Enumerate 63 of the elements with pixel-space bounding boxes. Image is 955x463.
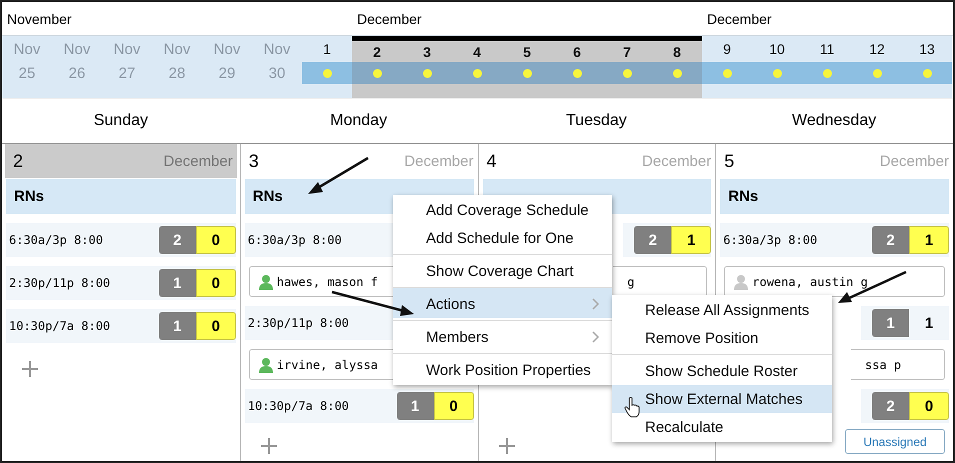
day-number: Nov	[64, 40, 90, 58]
day-number: Nov	[214, 40, 240, 58]
shift-label: 10:30p/7a 8:00	[248, 399, 349, 413]
day-number: Nov	[114, 40, 140, 58]
day-number: 10	[769, 41, 785, 57]
month-label: December	[706, 10, 772, 26]
weekday-label: Tuesday	[566, 112, 627, 130]
day-number: 26	[68, 64, 86, 82]
day-number: 2	[13, 150, 24, 172]
day-number: 5	[523, 44, 531, 60]
day-number: 27	[118, 64, 136, 82]
day-number: 25	[18, 64, 36, 82]
day-number: 9	[723, 41, 731, 57]
shift-label: 2:30p/11p 8:00	[248, 316, 349, 330]
shift-label: 10:30p/7a 8:00	[9, 319, 110, 333]
need-badge: 0	[196, 226, 236, 254]
count-badge: 2	[872, 226, 909, 254]
day-number: Nov	[264, 40, 290, 58]
day-number: 2	[373, 44, 381, 60]
shift-label: 6:30a/3p 8:00	[9, 233, 103, 247]
need-count: 1	[924, 314, 934, 334]
day-number: 13	[919, 41, 935, 57]
day-number: 7	[623, 44, 631, 60]
month-label: November	[6, 10, 72, 26]
weekday-label: Monday	[330, 112, 388, 130]
shift-label: 2:30p/11p 8:00	[9, 276, 110, 290]
count-badge: 1	[396, 392, 434, 420]
day-number: 8	[673, 44, 681, 60]
month-label: December	[880, 152, 949, 170]
day-number: 29	[218, 64, 236, 82]
month-label: December	[404, 152, 474, 170]
day-number: 5	[724, 150, 734, 172]
day-number: 3	[423, 44, 431, 60]
need-badge: 1	[909, 226, 949, 254]
month-label: December	[642, 152, 712, 170]
day-number: Nov	[164, 40, 190, 58]
day-number: 11	[820, 41, 834, 57]
shift-label: 6:30a/3p 8:00	[248, 233, 342, 247]
day-number: 1	[323, 41, 331, 57]
month-label: December	[356, 10, 422, 26]
weekday-label: Sunday	[94, 112, 148, 130]
count-badge: 2	[872, 392, 909, 420]
day-number: 3	[248, 150, 259, 172]
day-number: 12	[869, 41, 885, 57]
need-badge: 0	[434, 392, 474, 420]
count-badge: 1	[158, 269, 196, 297]
month-label: December	[164, 152, 233, 170]
need-badge: 0	[196, 312, 236, 340]
day-number: 6	[573, 44, 581, 60]
day-number: Nov	[14, 40, 40, 58]
shift-label: 6:30a/3p 8:00	[723, 233, 818, 247]
need-badge: 1	[671, 226, 712, 254]
need-badge: 0	[909, 392, 949, 420]
day-number: 30	[268, 64, 286, 82]
count-badge: 1	[158, 312, 196, 340]
need-badge: 0	[196, 269, 236, 297]
count-badge: 2	[634, 226, 672, 254]
count-badge: 1	[872, 309, 909, 337]
count-badge: 2	[158, 226, 196, 254]
day-number: 4	[486, 150, 497, 172]
day-number: 28	[168, 64, 186, 82]
day-number: 4	[473, 44, 481, 60]
weekday-label: Wednesday	[792, 112, 876, 130]
